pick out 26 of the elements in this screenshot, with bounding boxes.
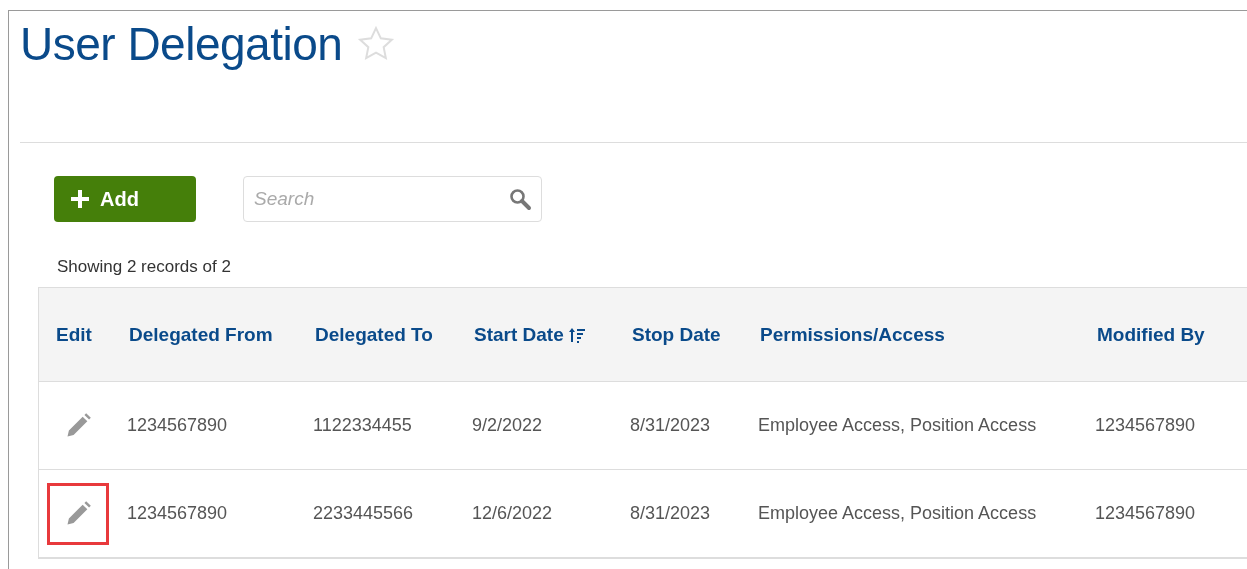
- search-field[interactable]: Search: [243, 176, 542, 222]
- plus-icon: [70, 189, 90, 209]
- table-cell-text: 1234567890: [126, 415, 229, 436]
- table-cell-text: 8/31/2023: [629, 503, 712, 524]
- table-cell-text: 12/6/2022: [471, 503, 554, 524]
- table-cell-text: Employee Access, Position Access: [757, 415, 1038, 436]
- table-cell-text: 9/2/2022: [471, 415, 544, 436]
- table-cell-text: Employee Access, Position Access: [757, 503, 1038, 524]
- table-cell-text: 1234567890: [126, 503, 229, 524]
- column-header[interactable]: Delegated To: [315, 323, 433, 346]
- table-cell-text: 8/31/2023: [629, 415, 712, 436]
- column-header[interactable]: Edit: [56, 323, 92, 346]
- column-header[interactable]: Modified By: [1097, 323, 1205, 346]
- add-button[interactable]: Add: [54, 176, 196, 222]
- column-header[interactable]: Permissions/Access: [760, 323, 945, 346]
- column-header[interactable]: Stop Date: [632, 323, 721, 346]
- column-header[interactable]: Start Date: [474, 323, 564, 346]
- table-cell-text: 1122334455: [312, 415, 413, 436]
- edit-button[interactable]: [47, 482, 109, 545]
- column-header[interactable]: Delegated From: [129, 323, 273, 346]
- page-title: User Delegation: [20, 17, 343, 71]
- search-icon: [508, 187, 532, 211]
- table-cell-text: 1234567890: [1094, 415, 1197, 436]
- table-cell-text: 2233445566: [312, 503, 415, 524]
- table-cell-text: 1234567890: [1094, 503, 1197, 524]
- records-summary: Showing 2 records of 2: [57, 257, 232, 277]
